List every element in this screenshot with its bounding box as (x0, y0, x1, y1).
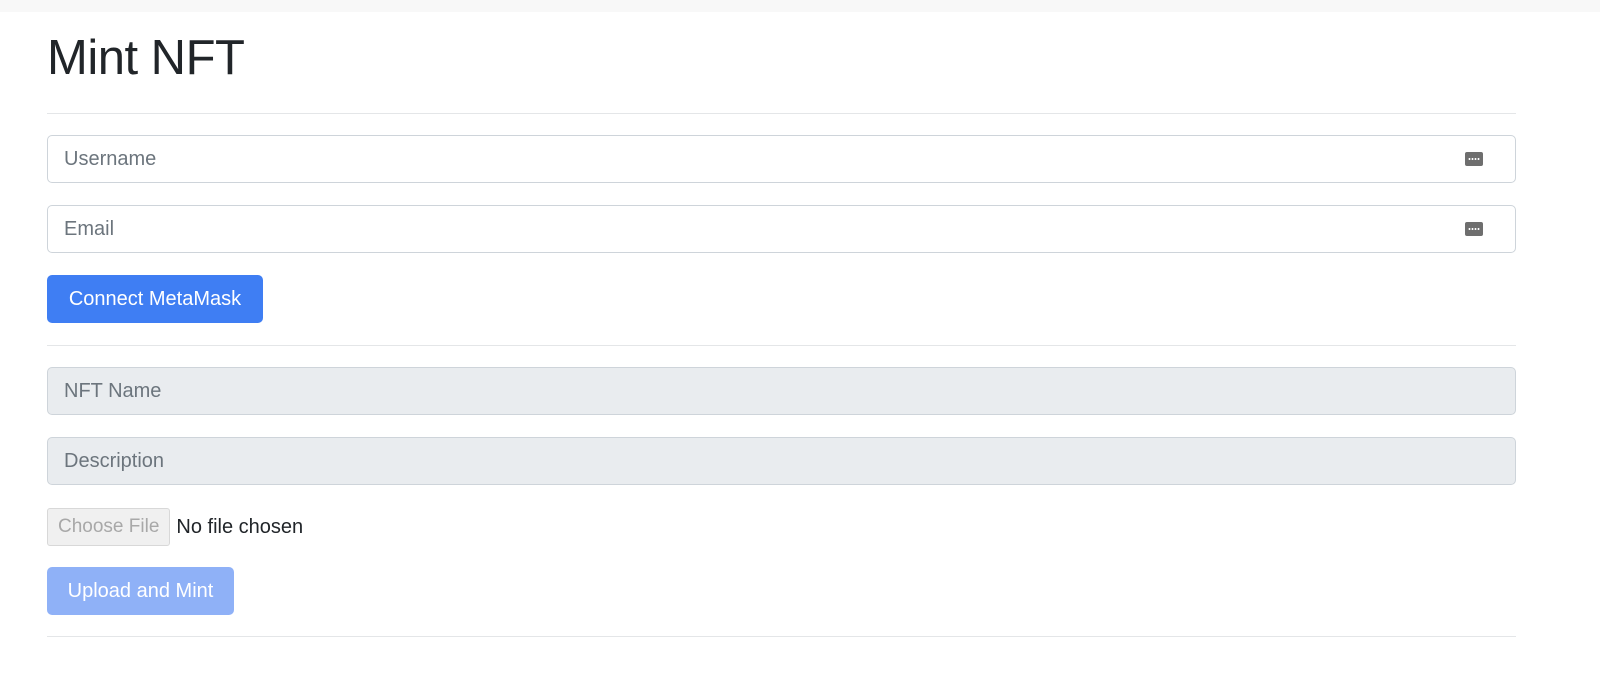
password-manager-icon[interactable] (1465, 152, 1483, 166)
divider-middle (47, 345, 1516, 346)
file-status-text: No file chosen (176, 515, 304, 538)
password-manager-icon[interactable] (1465, 222, 1483, 236)
username-field[interactable] (47, 135, 1516, 183)
email-input[interactable] (64, 217, 1465, 241)
nft-name-field (47, 367, 1516, 415)
divider-top (47, 113, 1516, 114)
page-title: Mint NFT (47, 31, 245, 85)
divider-bottom (47, 636, 1516, 637)
email-field[interactable] (47, 205, 1516, 253)
upload-and-mint-button: Upload and Mint (47, 567, 234, 615)
description-input (64, 449, 1499, 473)
nft-name-input (64, 379, 1499, 403)
description-field (47, 437, 1516, 485)
browser-top-strip (0, 0, 1600, 12)
username-input[interactable] (64, 147, 1465, 171)
choose-file-button: Choose File (47, 508, 171, 546)
connect-metamask-button[interactable]: Connect MetaMask (47, 275, 263, 323)
file-picker: Choose File No file chosen (47, 508, 303, 546)
